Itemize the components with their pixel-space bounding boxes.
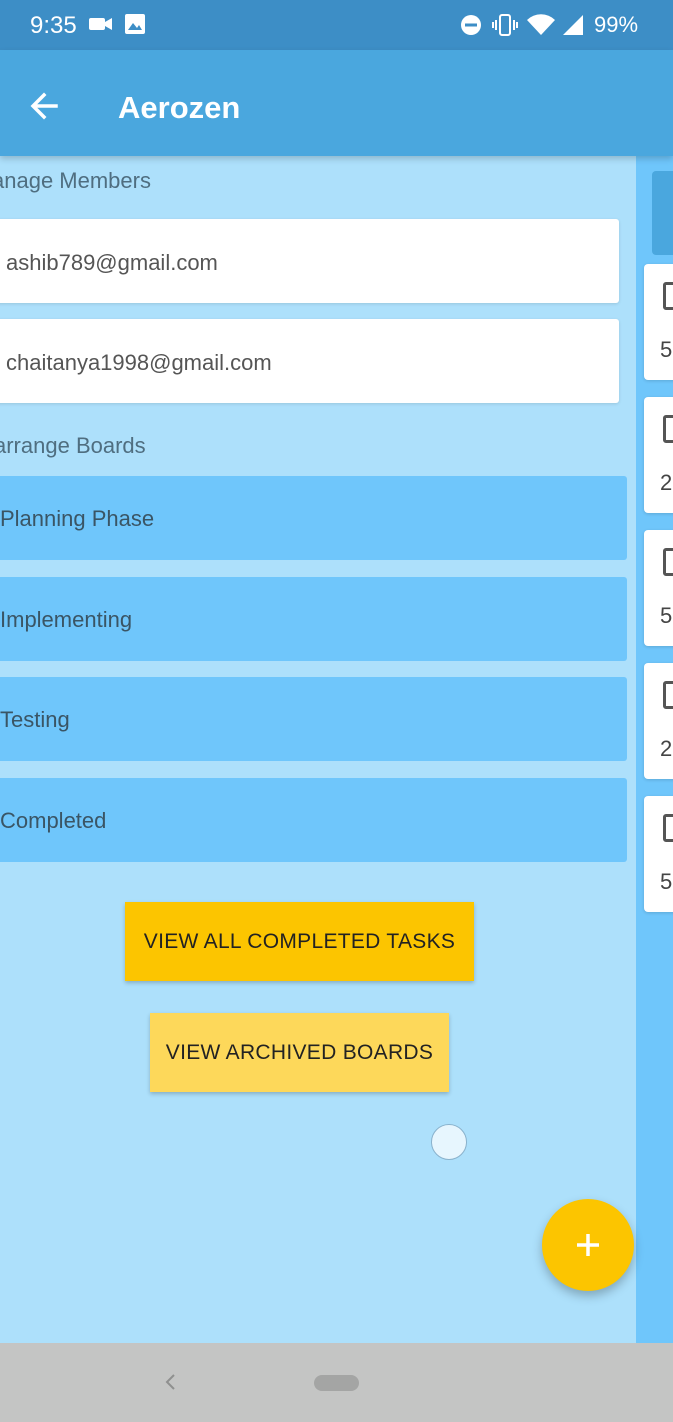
checkbox-icon[interactable]: [663, 415, 673, 443]
member-card[interactable]: chaitanya1998@gmail.com: [0, 319, 619, 403]
task-card[interactable]: 2: [644, 663, 673, 779]
vibrate-icon: [492, 13, 518, 42]
board-label: Implementing: [0, 607, 133, 632]
board-item-planning[interactable]: Planning Phase: [0, 476, 627, 560]
add-fab-button[interactable]: [542, 1199, 634, 1291]
plus-icon: [577, 1234, 599, 1256]
board-item-completed[interactable]: Completed: [0, 778, 627, 862]
board-label: Testing: [0, 707, 70, 732]
arrow-back-icon[interactable]: [26, 86, 66, 126]
nav-back-icon[interactable]: [160, 1369, 180, 1400]
page-title: Aerozen: [118, 90, 241, 125]
board-label: Planning Phase: [0, 506, 155, 531]
status-bar: 9:35 99%: [0, 0, 673, 50]
board-item-implementing[interactable]: Implementing: [0, 577, 627, 661]
view-completed-tasks-button[interactable]: VIEW ALL COMPLETED TASKS: [125, 902, 474, 981]
touch-indicator: [431, 1124, 467, 1160]
board-item-testing[interactable]: Testing: [0, 677, 627, 761]
checkbox-icon[interactable]: [663, 282, 673, 310]
dnd-icon: [460, 13, 482, 42]
task-card[interactable]: 5: [644, 530, 673, 646]
member-email: ashib789@gmail.com: [6, 250, 218, 275]
board-label: Completed: [0, 808, 107, 833]
task-count: 2: [660, 470, 673, 495]
board-panel: 5 2 5 2 5: [636, 156, 673, 1343]
task-card[interactable]: 2: [644, 397, 673, 513]
video-icon: [88, 13, 114, 40]
board-header[interactable]: [652, 171, 673, 255]
nav-home-button[interactable]: [314, 1375, 359, 1391]
signal-icon: [561, 13, 585, 42]
task-count: 5: [660, 603, 673, 628]
wifi-icon: [526, 13, 556, 42]
task-card[interactable]: 5: [644, 796, 673, 912]
member-card[interactable]: ashib789@gmail.com: [0, 219, 619, 303]
member-email: chaitanya1998@gmail.com: [6, 350, 272, 375]
members-section-label: anage Members: [0, 168, 151, 193]
system-nav-bar: [0, 1343, 673, 1422]
board-settings-drawer: anage Members ashib789@gmail.com chaitan…: [0, 156, 636, 1343]
status-time: 9:35: [30, 12, 77, 39]
task-count: 5: [660, 337, 673, 362]
app-bar: Aerozen: [0, 50, 673, 156]
checkbox-icon[interactable]: [663, 814, 673, 842]
checkbox-icon[interactable]: [663, 548, 673, 576]
checkbox-icon[interactable]: [663, 681, 673, 709]
view-archived-boards-button[interactable]: VIEW ARCHIVED BOARDS: [150, 1013, 449, 1092]
task-count: 2: [660, 736, 673, 761]
task-card[interactable]: 5: [644, 264, 673, 380]
battery-level: 99%: [594, 12, 639, 37]
task-count: 5: [660, 869, 673, 894]
image-icon: [124, 13, 146, 40]
boards-section-label: arrange Boards: [0, 433, 146, 458]
